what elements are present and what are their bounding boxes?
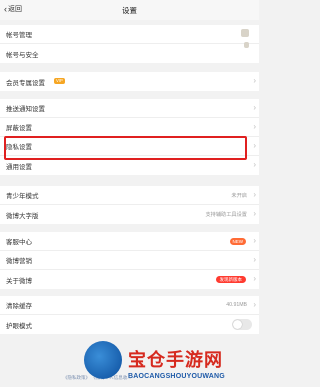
settings-item-customer-service[interactable]: 客服中心 NEW › [0, 232, 259, 251]
chevron-right-icon: › [253, 103, 256, 112]
settings-item-label: 关于微博 [6, 277, 32, 285]
chevron-right-icon: › [253, 190, 256, 199]
vip-badge: VIP [54, 78, 65, 84]
settings-item-label: 推送通知设置 [6, 106, 45, 113]
settings-item-push-notifications[interactable]: 推送通知设置 › [0, 99, 259, 118]
avatar-fragment [244, 42, 249, 48]
update-badge: 发现新版本 [215, 276, 246, 283]
settings-item-teen-mode[interactable]: 青少年模式 未开启 › [0, 186, 259, 205]
settings-item-weibo-marketing[interactable]: 微博营销 › [0, 251, 259, 270]
chevron-right-icon: › [253, 300, 256, 309]
settings-item-label: 屏蔽设置 [6, 125, 32, 132]
navigation-bar: ‹ 返回 设置 [0, 0, 259, 20]
chevron-right-icon: › [253, 255, 256, 264]
settings-item-large-font[interactable]: 微博大字版 支持辅助工具设置 › [0, 205, 259, 224]
avatar [241, 29, 249, 37]
eye-protection-toggle[interactable] [232, 319, 252, 330]
chevron-right-icon: › [253, 236, 256, 245]
chevron-right-icon: › [253, 274, 256, 283]
chevron-right-icon: › [253, 76, 256, 85]
settings-item-about-weibo[interactable]: 关于微博 发现新版本 › [0, 270, 259, 289]
watermark-subtitle: BAOCANGSHOUYOUWANG [128, 373, 225, 380]
chevron-right-icon: › [253, 209, 256, 218]
privacy-highlight-box [4, 136, 247, 160]
settings-item-block-settings[interactable]: 屏蔽设置 › [0, 118, 259, 137]
chevron-right-icon: › [253, 160, 256, 169]
settings-item-account-security[interactable]: 帐号与安全 [0, 42, 259, 63]
chevron-right-icon: › [253, 141, 256, 150]
settings-item-label: 通用设置 [6, 163, 32, 171]
vip-group: 会员专属设置 VIP › [0, 72, 259, 91]
settings-item-label: 微博营销 [6, 258, 32, 265]
page-title: 设置 [122, 6, 137, 15]
settings-item-label: 帐号管理 [6, 32, 32, 39]
support-group: 客服中心 NEW › 微博营销 › 关于微博 发现新版本 › [0, 232, 259, 289]
settings-item-label: 客服中心 [6, 239, 32, 246]
watermark-logo [84, 341, 122, 379]
settings-item-label: 护眼模式 [6, 322, 32, 330]
settings-item-label: 微博大字版 [6, 212, 39, 220]
settings-item-label: 会员专属设置 [6, 79, 45, 87]
teen-mode-status: 未开启 [231, 192, 247, 199]
settings-item-clear-cache[interactable]: 清除缓存 40.91MB › [0, 296, 259, 315]
settings-item-label: 清除缓存 [6, 303, 32, 310]
large-font-status: 支持辅助工具设置 [205, 212, 247, 218]
settings-item-label: 青少年模式 [6, 193, 39, 200]
cache-size: 40.91MB [226, 302, 247, 308]
chevron-right-icon: › [253, 122, 256, 131]
account-group: 帐号管理 帐号与安全 [0, 25, 259, 63]
mode-group: 青少年模式 未开启 › 微博大字版 支持辅助工具设置 › [0, 186, 259, 224]
settings-item-label: 帐号与安全 [6, 51, 39, 59]
new-badge: NEW [229, 238, 246, 245]
toggle-knob [233, 320, 242, 329]
settings-item-vip-settings[interactable]: 会员专属设置 VIP › [0, 72, 259, 91]
settings-item-eye-protection: 护眼模式 [0, 315, 259, 334]
watermark-title: 宝仓手游网 [128, 350, 223, 371]
settings-item-account-management[interactable]: 帐号管理 [0, 25, 259, 44]
storage-display-group: 清除缓存 40.91MB › 护眼模式 [0, 296, 259, 334]
